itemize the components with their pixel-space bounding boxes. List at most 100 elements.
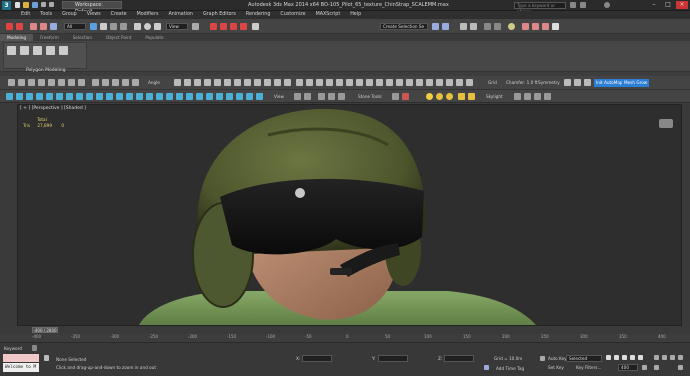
tool-ak-icon[interactable] <box>406 79 413 86</box>
t3-u-icon[interactable] <box>206 93 213 100</box>
t3-n-icon[interactable] <box>136 93 143 100</box>
tool-g-icon[interactable] <box>68 79 75 86</box>
previous-frame-icon[interactable] <box>614 355 619 360</box>
track-bar[interactable]: -400 -350 -300 -250 -200 -150 -100 -50 0… <box>0 334 690 343</box>
t3-c-icon[interactable] <box>26 93 33 100</box>
tool-c-icon[interactable] <box>28 79 35 86</box>
layer-manager-icon[interactable] <box>460 23 467 30</box>
tool-ah-icon[interactable] <box>376 79 383 86</box>
tool-w-icon[interactable] <box>264 79 271 86</box>
t3-v-icon[interactable] <box>216 93 223 100</box>
orbit-icon[interactable] <box>678 355 683 360</box>
t3-ah-icon[interactable] <box>514 93 521 100</box>
tab-freeform[interactable]: Freeform <box>33 34 66 41</box>
tool-n-icon[interactable] <box>174 79 181 86</box>
menu-rendering[interactable]: Rendering <box>241 11 276 19</box>
t3-o-icon[interactable] <box>146 93 153 100</box>
tool-t-icon[interactable] <box>234 79 241 86</box>
tool-ai-icon[interactable] <box>386 79 393 86</box>
right-scroll-strip[interactable] <box>682 104 690 326</box>
lock-selection-icon[interactable] <box>44 355 49 361</box>
t3-ad-icon[interactable] <box>328 93 335 100</box>
menu-graph-editors[interactable]: Graph Editors <box>198 11 241 19</box>
light-bulb-icon[interactable] <box>426 93 433 100</box>
t3-ae-icon[interactable] <box>338 93 345 100</box>
new-file-icon[interactable] <box>15 2 20 8</box>
close-icon[interactable]: × <box>676 1 688 9</box>
tool-ad-icon[interactable] <box>336 79 343 86</box>
tool-l-icon[interactable] <box>122 79 129 86</box>
omni-light-icon[interactable] <box>446 93 453 100</box>
tool-o-icon[interactable] <box>184 79 191 86</box>
rendered-frame-icon[interactable] <box>532 23 539 30</box>
schematic-view-icon[interactable] <box>494 23 501 30</box>
t3-m-icon[interactable] <box>126 93 133 100</box>
z-coordinate-field[interactable] <box>444 355 474 362</box>
tab-populate[interactable]: Populate <box>138 34 170 41</box>
redo-tool-icon[interactable] <box>16 23 23 30</box>
viewport-label[interactable]: [ + ] [Perspective ] [Shaded ] <box>20 106 86 111</box>
tool-k-icon[interactable] <box>112 79 119 86</box>
tool-ab-icon[interactable] <box>316 79 323 86</box>
spinner-snap-icon[interactable] <box>240 23 247 30</box>
render-production-icon[interactable] <box>542 23 549 30</box>
x-coordinate-field[interactable] <box>302 355 332 362</box>
material-editor-icon[interactable] <box>508 23 515 30</box>
element-icon[interactable] <box>59 46 68 55</box>
t3-ag-icon[interactable] <box>402 93 409 100</box>
mirror-icon[interactable] <box>432 23 439 30</box>
tool-aj-icon[interactable] <box>396 79 403 86</box>
open-file-icon[interactable] <box>23 2 29 8</box>
tool-al-icon[interactable] <box>416 79 423 86</box>
tool-q-icon[interactable] <box>204 79 211 86</box>
tool-aa-icon[interactable] <box>306 79 313 86</box>
t3-f-icon[interactable] <box>56 93 63 100</box>
play-icon[interactable] <box>622 355 627 360</box>
tool-y-icon[interactable] <box>284 79 291 86</box>
tool-ac-icon[interactable] <box>326 79 333 86</box>
tool-ag-icon[interactable] <box>366 79 373 86</box>
spot-light-icon[interactable] <box>458 93 465 100</box>
link-icon[interactable] <box>30 23 37 30</box>
t3-t-icon[interactable] <box>196 93 203 100</box>
angle-label[interactable]: Angle <box>148 80 160 85</box>
tool-b-icon[interactable] <box>18 79 25 86</box>
t3-y-icon[interactable] <box>246 93 253 100</box>
t3-l-icon[interactable] <box>116 93 123 100</box>
chamfer-label[interactable]: Chamfer: 1.0 ft <box>506 80 538 85</box>
edit-named-selections-icon[interactable] <box>252 23 259 30</box>
menu-customize[interactable]: Customize <box>275 11 310 19</box>
vertex-icon[interactable] <box>7 46 16 55</box>
time-config-icon[interactable] <box>642 365 647 370</box>
skylight-label[interactable]: Skylight <box>486 94 503 99</box>
fov-icon[interactable] <box>654 365 659 370</box>
menu-animation[interactable]: Animation <box>163 11 197 19</box>
unlink-icon[interactable] <box>40 23 47 30</box>
tool-x-icon[interactable] <box>274 79 281 86</box>
grid-label[interactable]: Grid <box>488 80 497 85</box>
tool-r-icon[interactable] <box>214 79 221 86</box>
tool-p-icon[interactable] <box>194 79 201 86</box>
set-key-button[interactable]: Set Key <box>548 365 564 370</box>
tool-ao-icon[interactable] <box>446 79 453 86</box>
current-frame-field[interactable]: 400 <box>618 364 638 371</box>
maximize-viewport-icon[interactable] <box>678 365 683 370</box>
redo-icon[interactable] <box>49 2 54 7</box>
view-label[interactable]: View <box>274 94 284 99</box>
menu-modifiers[interactable]: Modifiers <box>132 11 164 19</box>
app-logo-icon[interactable]: 3 <box>2 1 11 10</box>
menu-group[interactable]: Group <box>57 11 82 19</box>
t3-d-icon[interactable] <box>36 93 43 100</box>
named-selection-sets-dropdown[interactable]: Create Selection Se <box>380 23 428 30</box>
minimize-icon[interactable]: – <box>648 1 660 9</box>
border-icon[interactable] <box>33 46 42 55</box>
tool-ae-icon[interactable] <box>346 79 353 86</box>
listener-icon[interactable] <box>32 345 37 351</box>
mesh-grow-button[interactable]: Mesh Grow <box>622 79 650 87</box>
t3-w-icon[interactable] <box>226 93 233 100</box>
tool-f-icon[interactable] <box>58 79 65 86</box>
align-icon[interactable] <box>442 23 449 30</box>
menu-maxscript[interactable]: MAXScript <box>311 11 346 19</box>
menu-create[interactable]: Create <box>106 11 132 19</box>
tool-m-icon[interactable] <box>132 79 139 86</box>
